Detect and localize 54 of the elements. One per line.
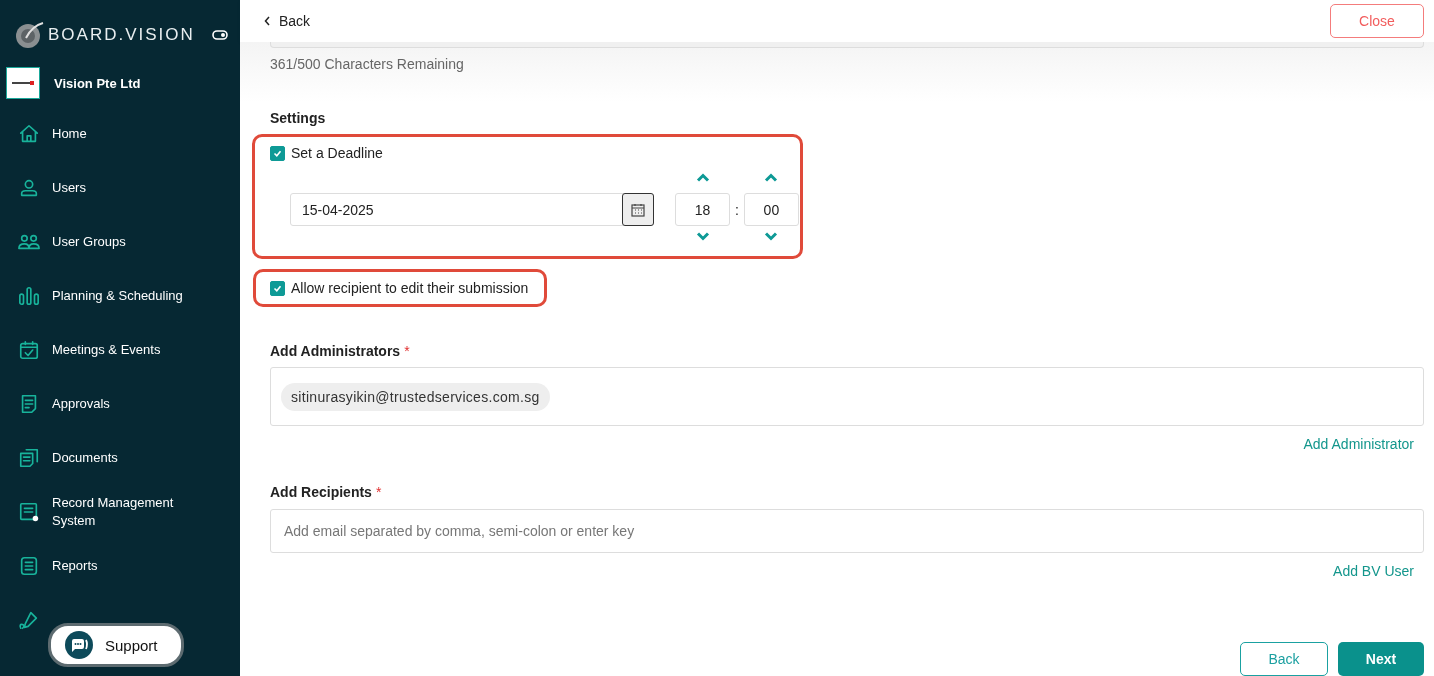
chevron-left-icon [264,16,271,26]
required-mark: * [375,484,382,500]
chat-icon [65,631,93,659]
chevron-up-icon [695,173,710,182]
field-label: Add Administrators [270,343,401,359]
checkbox-label: Set a Deadline [291,145,383,161]
checkbox-label: Allow recipient to edit their submission [291,280,529,296]
time-field[interactable]: 18 [675,193,730,226]
sidebar-item[interactable]: Approvals [52,395,110,413]
administrators-field[interactable]: sitinurasyikin@trustedservices.com.sg [270,367,1424,426]
date-field[interactable]: 15-04-2025 [290,193,654,226]
chevron-up-icon [764,173,779,182]
organization-name: Vision Pte Ltd [54,75,141,91]
add-user-link[interactable]: Add BV User [1333,563,1414,579]
support-button[interactable]: Support [48,623,184,667]
sidebar-item[interactable]: Planning & Scheduling [52,287,183,305]
email-chip: sitinurasyikin@trustedservices.com.sg [281,382,550,411]
check-icon [273,148,282,158]
checkbox[interactable] [270,280,285,296]
record-document-icon [18,501,40,523]
sidebar-item[interactable]: Reports [52,557,98,575]
person-icon [18,177,40,199]
sidebar-item[interactable]: Users [52,179,86,197]
calendar-button[interactable] [622,193,654,226]
calendar-check-icon [18,339,40,361]
back-link[interactable]: Back [264,13,311,29]
house-icon [18,123,40,145]
recipients-field[interactable]: Add email separated by comma, semi-colon or enter key [270,509,1424,553]
calendar-icon [631,202,645,217]
next-button[interactable]: Next [1338,642,1424,676]
sidebar-item[interactable]: Record Management System [52,494,192,530]
sidebar-item[interactable]: Documents [52,449,118,467]
sidebar-item[interactable]: Meetings & Events [52,341,161,359]
section-title: Settings [270,110,327,126]
sidebar-item[interactable]: User Groups [52,233,126,251]
logo-mark-icon [11,80,35,86]
time-field[interactable]: 00 [743,193,799,226]
bar-chart-icon [18,285,40,307]
signature-pen-icon[interactable] [18,609,40,631]
brand-name: BOARD.VISION [48,25,196,45]
sidebar-item[interactable]: Home [52,125,87,143]
required-mark: * [404,343,410,359]
documents-icon [18,447,40,469]
list-icon [18,555,40,577]
check-icon [273,283,282,293]
add-administrator-link[interactable]: Add Administrator [1303,436,1414,452]
character-counter: 361/500 Characters Remaining [270,56,465,72]
logo-icon [14,20,44,50]
checkbox[interactable] [270,145,285,161]
field-label: Add Recipients [270,484,372,500]
chevron-down-icon [695,232,710,241]
chevron-down-icon [764,232,779,241]
time-separator: : [735,201,739,218]
toggle-icon [212,30,228,40]
